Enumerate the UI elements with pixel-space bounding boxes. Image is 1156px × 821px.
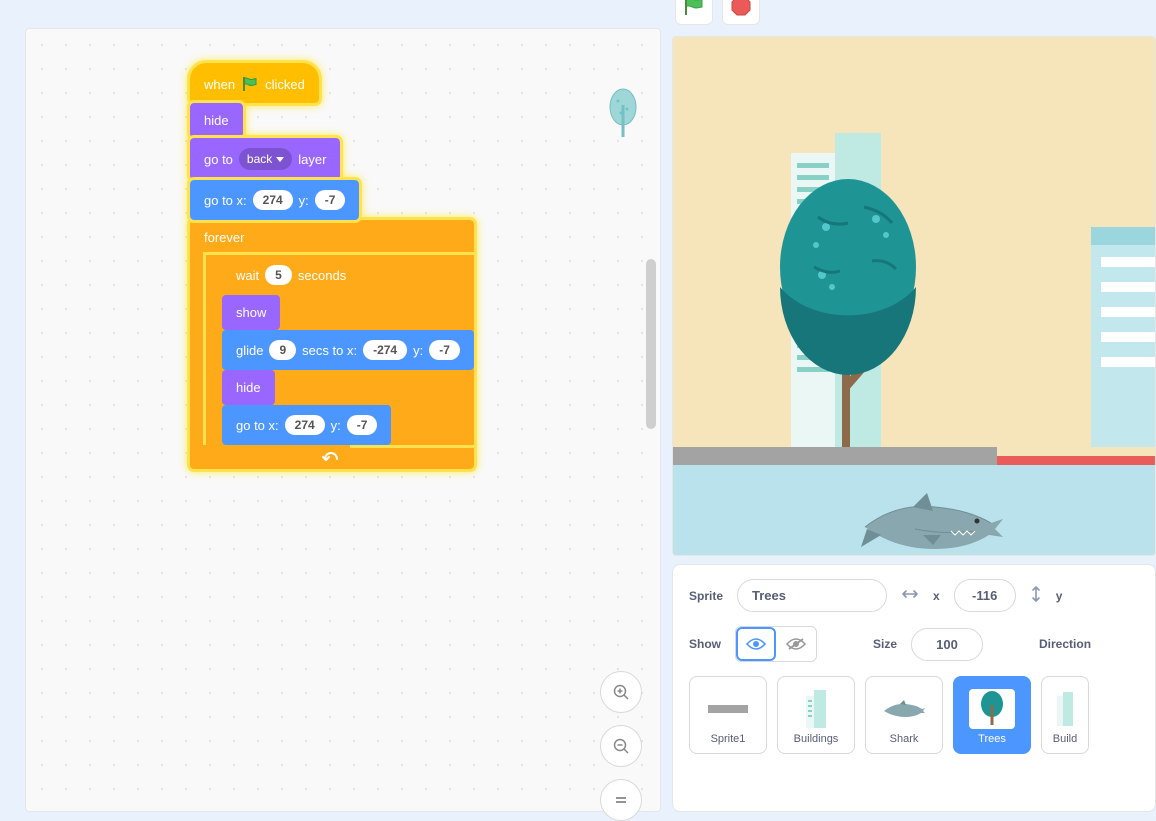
- block-when-flag-clicked[interactable]: when clicked: [190, 63, 319, 103]
- loop-arrow-icon: [322, 449, 340, 465]
- zoom-out-button[interactable]: [600, 725, 642, 767]
- y-arrows-icon: [1030, 585, 1042, 606]
- x-input[interactable]: 274: [285, 415, 325, 435]
- label: forever: [190, 220, 350, 255]
- label: y:: [413, 343, 423, 358]
- sprite-card-shark[interactable]: Shark: [865, 676, 943, 754]
- label: layer: [298, 152, 326, 167]
- label: go to: [204, 152, 233, 167]
- sprite-card-label: Build: [1053, 733, 1077, 745]
- glide-y-input[interactable]: -7: [429, 340, 460, 360]
- eye-off-icon: [786, 637, 806, 651]
- block-go-to-xy[interactable]: go to x: 274 y: -7: [190, 180, 359, 220]
- tree-sprite: [768, 157, 928, 457]
- label: hide: [236, 380, 261, 395]
- label: y:: [299, 193, 309, 208]
- label: go to x:: [236, 418, 279, 433]
- sprite-list: Sprite1 Buildings Shark Trees Build: [689, 676, 1139, 754]
- layer-dropdown[interactable]: back: [239, 148, 292, 170]
- block-wait[interactable]: wait 5 seconds: [222, 255, 360, 295]
- wait-input[interactable]: 5: [265, 265, 292, 285]
- label: clicked: [265, 77, 305, 92]
- sprite-thumb: [705, 689, 751, 729]
- x-input[interactable]: -116: [954, 579, 1016, 612]
- hide-option[interactable]: [776, 627, 816, 661]
- block-forever[interactable]: forever wait 5 seconds show glide 9 secs…: [190, 220, 474, 469]
- y-input[interactable]: -7: [315, 190, 346, 210]
- shark-sprite: [855, 491, 1005, 551]
- block-go-to-layer[interactable]: go to back layer: [190, 138, 340, 180]
- label: seconds: [298, 268, 346, 283]
- sprite-card-label: Trees: [978, 733, 1006, 745]
- blocks-workspace[interactable]: when clicked hide go to back layer go to…: [25, 28, 661, 812]
- label: wait: [236, 268, 259, 283]
- sprite-label: Sprite: [689, 589, 723, 603]
- stage-header: [25, 0, 1156, 28]
- block-hide[interactable]: hide: [190, 103, 243, 138]
- glide-x-input[interactable]: -274: [363, 340, 407, 360]
- size-input[interactable]: 100: [911, 628, 983, 661]
- sprite-card-label: Buildings: [794, 733, 839, 745]
- forever-cap: [190, 445, 350, 469]
- zoom-in-icon: [612, 683, 630, 701]
- forever-body: wait 5 seconds show glide 9 secs to x: -…: [206, 255, 474, 445]
- block-script[interactable]: when clicked hide go to back layer go to…: [190, 63, 474, 469]
- size-label: Size: [873, 637, 897, 651]
- equals-icon: [614, 793, 628, 807]
- x-label: x: [933, 589, 940, 603]
- stage-canvas: [673, 37, 1155, 555]
- y-label: y: [1056, 589, 1063, 603]
- block-go-to-xy-2[interactable]: go to x: 274 y: -7: [222, 405, 391, 445]
- sprite-card-label: Shark: [890, 733, 919, 745]
- sprite-card-sprite1[interactable]: Sprite1: [689, 676, 767, 754]
- x-arrows-icon: [901, 588, 919, 603]
- sprite-thumb: [793, 689, 839, 729]
- direction-label: Direction: [1039, 637, 1091, 651]
- building-right: [1091, 227, 1156, 447]
- stage[interactable]: [672, 36, 1156, 556]
- zoom-reset-button[interactable]: [600, 779, 642, 821]
- zoom-in-button[interactable]: [600, 671, 642, 713]
- workspace-sprite-thumbnail: [606, 87, 640, 144]
- green-flag-button[interactable]: [675, 0, 713, 25]
- sprite-thumb: [969, 689, 1015, 729]
- workspace-scrollbar[interactable]: [646, 259, 656, 429]
- block-hide-2[interactable]: hide: [222, 370, 275, 405]
- block-show[interactable]: show: [222, 295, 280, 330]
- green-flag-icon: [241, 75, 259, 93]
- eye-icon: [746, 637, 766, 651]
- zoom-controls: [600, 671, 642, 821]
- label: y:: [331, 418, 341, 433]
- sprite-thumb: [1050, 689, 1080, 729]
- label: hide: [204, 113, 229, 128]
- show-label: Show: [689, 637, 721, 651]
- sprite-card-build-clipped[interactable]: Build: [1041, 676, 1089, 754]
- glide-secs-input[interactable]: 9: [269, 340, 296, 360]
- x-input[interactable]: 274: [253, 190, 293, 210]
- label: go to x:: [204, 193, 247, 208]
- sprite-card-buildings[interactable]: Buildings: [777, 676, 855, 754]
- sprite-info-panel: Sprite Trees x -116 y Show Size 100 Dire…: [672, 564, 1156, 812]
- label: show: [236, 305, 266, 320]
- block-glide[interactable]: glide 9 secs to x: -274 y: -7: [222, 330, 474, 370]
- label: glide: [236, 343, 263, 358]
- label: when: [204, 77, 235, 92]
- show-hide-toggle: [735, 626, 817, 662]
- sprite-thumb: [881, 689, 927, 729]
- show-option[interactable]: [736, 627, 776, 661]
- sprite-card-trees[interactable]: Trees: [953, 676, 1031, 754]
- sprite-card-label: Sprite1: [711, 733, 746, 745]
- zoom-out-icon: [612, 737, 630, 755]
- stop-button[interactable]: [722, 0, 760, 25]
- label: secs to x:: [302, 343, 357, 358]
- y-input[interactable]: -7: [347, 415, 378, 435]
- sprite-name-input[interactable]: Trees: [737, 579, 887, 612]
